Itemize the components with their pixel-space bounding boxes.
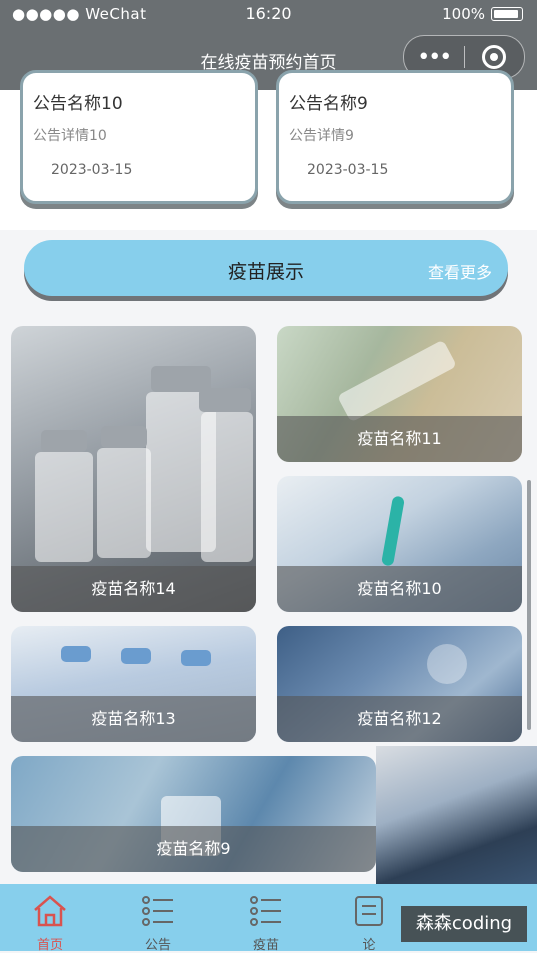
blurred-overlay-image xyxy=(376,746,537,886)
view-more-link[interactable]: 查看更多 xyxy=(428,259,492,283)
tab-home[interactable]: 首页 xyxy=(0,884,105,953)
vaccine-name: 疫苗名称13 xyxy=(11,696,256,742)
vaccine-tile[interactable]: 疫苗名称9 xyxy=(11,756,376,872)
notice-date: 2023-03-15 xyxy=(51,162,133,178)
tab-label: 疫苗 xyxy=(252,938,279,953)
tab-vaccine[interactable]: 疫苗 xyxy=(211,884,321,953)
vial-cap-graphic xyxy=(121,648,151,664)
notice-title: 公告名称10 xyxy=(33,94,123,114)
scrollbar[interactable] xyxy=(527,480,531,730)
tab-label: 首页 xyxy=(36,938,63,953)
vaccine-tile[interactable]: 疫苗名称10 xyxy=(277,476,522,612)
close-mini-program-button[interactable] xyxy=(464,45,524,69)
vaccine-tile[interactable]: 疫苗名称11 xyxy=(277,326,522,462)
vial-cap-graphic xyxy=(61,646,91,662)
home-icon xyxy=(34,895,66,927)
vaccine-name: 疫苗名称11 xyxy=(277,416,522,462)
vial-cap-graphic xyxy=(181,650,211,666)
watermark: 森森coding xyxy=(401,906,527,942)
status-bar: ●●●●● WeChat 16:20 100% xyxy=(0,0,537,30)
vial-cap-graphic xyxy=(101,426,147,448)
vaccine-tile[interactable]: 疫苗名称12 xyxy=(277,626,522,742)
list-icon xyxy=(355,896,383,926)
vaccine-tile[interactable]: 疫苗名称13 xyxy=(11,626,256,742)
more-icon[interactable]: ••• xyxy=(404,45,464,70)
vial-graphic xyxy=(35,452,93,562)
list-icon xyxy=(142,896,173,926)
battery-icon xyxy=(491,7,523,21)
status-right: 100% xyxy=(442,5,523,23)
notice-date: 2023-03-15 xyxy=(307,162,389,178)
vaccine-name: 疫苗名称12 xyxy=(277,696,522,742)
vaccine-section-header: 疫苗展示 查看更多 xyxy=(24,240,508,296)
syringe-graphic xyxy=(336,339,458,423)
vaccine-tile[interactable]: 疫苗名称14 xyxy=(11,326,256,612)
vial-graphic xyxy=(201,412,253,562)
vial-graphic xyxy=(97,448,151,558)
syringe-graphic xyxy=(381,495,405,567)
vial-graphic xyxy=(427,644,467,684)
notice-card[interactable]: 公告名称9 公告详情9 2023-03-15 xyxy=(276,70,514,204)
battery-percent: 100% xyxy=(442,5,485,23)
tab-label: 公告 xyxy=(144,938,171,953)
target-icon xyxy=(482,45,507,69)
notice-detail: 公告详情9 xyxy=(289,128,354,144)
vaccine-name: 疫苗名称10 xyxy=(277,566,522,612)
vial-cap-graphic xyxy=(41,430,87,452)
tab-notice[interactable]: 公告 xyxy=(103,884,213,953)
vaccine-name: 疫苗名称14 xyxy=(11,566,256,612)
list-icon xyxy=(250,896,281,926)
notice-title: 公告名称9 xyxy=(289,94,368,114)
notice-card[interactable]: 公告名称10 公告详情10 2023-03-15 xyxy=(20,70,258,204)
vial-cap-graphic xyxy=(199,388,251,412)
notice-detail: 公告详情10 xyxy=(33,128,107,144)
notice-area: 公告名称10 公告详情10 2023-03-15 公告名称9 公告详情9 202… xyxy=(0,70,537,230)
vaccine-name: 疫苗名称9 xyxy=(11,826,376,872)
